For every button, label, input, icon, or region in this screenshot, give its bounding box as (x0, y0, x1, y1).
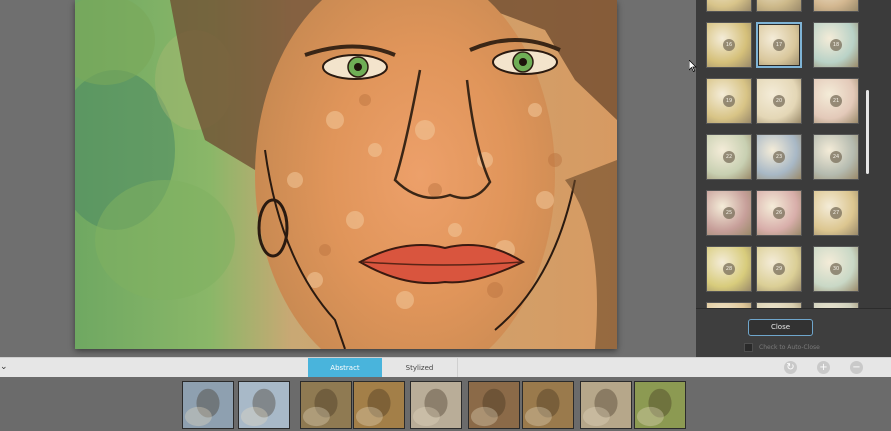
texture-thumb-22[interactable]: 22 (706, 134, 752, 180)
texture-thumb-18[interactable]: 18 (813, 22, 859, 68)
panel-footer: Close Check to Auto-Close (696, 308, 891, 357)
texture-thumb-20[interactable]: 20 (756, 78, 802, 124)
texture-thumb-16[interactable]: 16 (706, 22, 752, 68)
texture-thumb-17[interactable]: 17 (756, 22, 802, 68)
texture-panel: 16 17 18 19 20 21 22 23 24 25 26 27 28 29 30 Close Che… (696, 0, 891, 357)
texture-thumb-26[interactable]: 26 (756, 190, 802, 236)
filmstrip-thumb-2[interactable] (238, 381, 290, 429)
texture-number: 17 (773, 39, 785, 51)
texture-number: 25 (723, 207, 735, 219)
preset-preview-image (469, 382, 519, 428)
auto-close-checkbox[interactable] (744, 342, 753, 352)
plus-icon[interactable]: + (817, 361, 830, 374)
texture-number: 21 (830, 95, 842, 107)
watercolor-portrait-image (75, 0, 617, 349)
texture-scrollbar[interactable] (866, 90, 869, 174)
texture-number: 16 (723, 39, 735, 51)
category-tab-bar: ⌄ Abstract Stylized ↻ + − (0, 357, 891, 378)
filmstrip-thumb-5[interactable] (410, 381, 462, 429)
filmstrip-thumb-8[interactable] (580, 381, 632, 429)
preset-preview-image (301, 382, 351, 428)
texture-number: 18 (830, 39, 842, 51)
texture-thumb-item-0[interactable] (706, 0, 752, 12)
tab-abstract[interactable]: Abstract (308, 358, 382, 378)
texture-thumb-24[interactable]: 24 (813, 134, 859, 180)
minus-icon[interactable]: − (850, 361, 863, 374)
chevron-down-icon[interactable]: ⌄ (0, 362, 10, 372)
texture-number: 24 (830, 151, 842, 163)
texture-thumb-item-1[interactable] (756, 0, 802, 12)
preset-preview-image (523, 382, 573, 428)
texture-thumb-27[interactable]: 27 (813, 190, 859, 236)
tab-stylized[interactable]: Stylized (382, 358, 458, 378)
texture-number: 26 (773, 207, 785, 219)
texture-number: 29 (773, 263, 785, 275)
reset-icon[interactable]: ↻ (784, 361, 797, 374)
texture-number: 27 (830, 207, 842, 219)
texture-thumb-21[interactable]: 21 (813, 78, 859, 124)
auto-close-option[interactable]: Check to Auto-Close (744, 342, 820, 352)
preset-preview-image (354, 382, 404, 428)
filmstrip-thumb-4[interactable] (353, 381, 405, 429)
mouse-cursor-icon (689, 60, 697, 72)
texture-number: 20 (773, 95, 785, 107)
filmstrip-thumb-9[interactable] (634, 381, 686, 429)
preset-preview-image (239, 382, 289, 428)
preset-preview-image (635, 382, 685, 428)
texture-grid[interactable]: 16 17 18 19 20 21 22 23 24 25 26 27 28 29 30 (696, 0, 891, 308)
preset-filmstrip (0, 377, 891, 431)
filmstrip-thumb-3[interactable] (300, 381, 352, 429)
texture-thumb-25[interactable]: 25 (706, 190, 752, 236)
texture-thumb-item-2[interactable] (813, 0, 859, 12)
filmstrip-thumb-6[interactable] (468, 381, 520, 429)
texture-thumb-23[interactable]: 23 (756, 134, 802, 180)
texture-thumb-30[interactable]: 30 (813, 246, 859, 292)
canvas-area (0, 0, 696, 357)
auto-close-label: Check to Auto-Close (759, 343, 820, 351)
texture-thumb-19[interactable]: 19 (706, 78, 752, 124)
preset-preview-image (183, 382, 233, 428)
texture-number: 30 (830, 263, 842, 275)
texture-number: 22 (723, 151, 735, 163)
artwork-canvas[interactable] (75, 0, 617, 349)
texture-thumb-29[interactable]: 29 (756, 246, 802, 292)
filmstrip-thumb-1[interactable] (182, 381, 234, 429)
texture-number: 19 (723, 95, 735, 107)
filmstrip-thumb-7[interactable] (522, 381, 574, 429)
texture-thumb-28[interactable]: 28 (706, 246, 752, 292)
texture-number: 28 (723, 263, 735, 275)
texture-number: 23 (773, 151, 785, 163)
close-button[interactable]: Close (748, 319, 813, 336)
app-window: 16 17 18 19 20 21 22 23 24 25 26 27 28 29 30 Close Che… (0, 0, 891, 431)
preset-preview-image (581, 382, 631, 428)
preset-preview-image (411, 382, 461, 428)
